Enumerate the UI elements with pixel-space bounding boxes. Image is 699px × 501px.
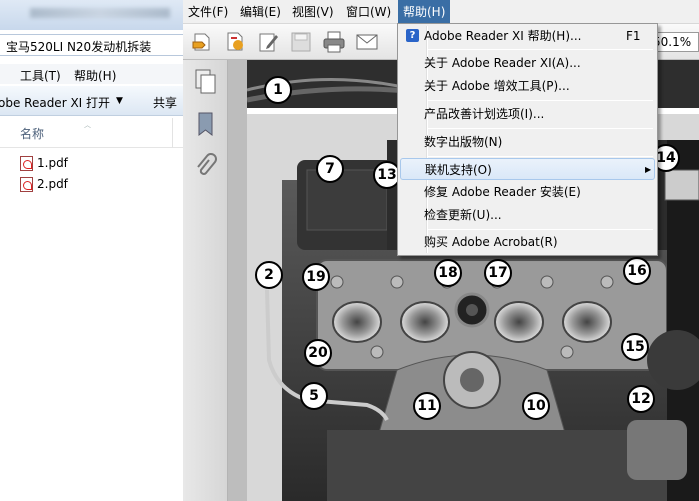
callout-marker: 18	[434, 259, 462, 287]
menu-item-about-reader[interactable]: 关于 Adobe Reader XI(A)...	[400, 52, 655, 74]
callout-marker: 11	[413, 392, 441, 420]
sort-caret-icon: ︿	[84, 121, 91, 129]
pages-thumbnail-icon[interactable]	[192, 68, 218, 96]
menu-item-reader-help[interactable]: ? Adobe Reader XI 帮助(H)... F1	[400, 25, 655, 47]
menu-separator	[428, 156, 653, 157]
menu-item-digital-editions[interactable]: 数字出版物(N)	[400, 131, 655, 153]
edit-pdf-icon[interactable]	[257, 30, 281, 54]
explorer-toolbar: obe Reader XI 打开 ▼ 共享	[0, 86, 183, 116]
callout-marker: 20	[304, 339, 332, 367]
callout-marker: 2	[255, 261, 283, 289]
menu-item-repair-install[interactable]: 修复 Adobe Reader 安装(E)	[400, 181, 655, 203]
menu-edit[interactable]: 编辑(E)	[235, 0, 286, 24]
navigation-pane	[183, 60, 228, 501]
menu-item-label: Adobe Reader XI 帮助(H)...	[424, 29, 582, 43]
blurred-title-text	[30, 8, 170, 18]
create-pdf-icon[interactable]	[224, 30, 248, 54]
menu-item-buy-acrobat[interactable]: 购买 Adobe Acrobat(R)	[400, 231, 655, 253]
menu-item-label: 修复 Adobe Reader 安装(E)	[424, 185, 581, 199]
callout-marker: 7	[316, 155, 344, 183]
pdf-file-icon	[20, 176, 33, 192]
file-item[interactable]: 2.pdf	[20, 174, 68, 194]
menu-item-label: 联机支持(O)	[425, 163, 492, 177]
name-column-header[interactable]: 名称	[20, 125, 44, 142]
menu-item-online-support[interactable]: 联机支持(O) ▶	[400, 158, 655, 180]
menu-separator	[428, 128, 653, 129]
menu-window[interactable]: 窗口(W)	[341, 0, 396, 24]
callout-marker: 5	[300, 382, 328, 410]
callout-marker: 19	[302, 263, 330, 291]
submenu-arrow-icon: ▶	[645, 165, 652, 174]
shortcut-label: F1	[626, 29, 641, 43]
file-item[interactable]: 1.pdf	[20, 153, 68, 173]
callout-marker: 15	[621, 333, 649, 361]
menu-separator	[428, 229, 653, 230]
callout-marker: 16	[623, 257, 651, 285]
menu-file[interactable]: 文件(F)	[183, 0, 233, 24]
share-button[interactable]: 共享	[153, 94, 177, 111]
save-icon[interactable]	[289, 30, 313, 54]
open-file-icon[interactable]	[191, 30, 215, 54]
bookmarks-icon[interactable]	[192, 110, 218, 138]
file-name: 2.pdf	[37, 177, 68, 191]
menu-item-label: 数字出版物(N)	[424, 135, 503, 149]
menu-item-label: 购买 Adobe Acrobat(R)	[424, 235, 558, 249]
menu-item-about-plugins[interactable]: 关于 Adobe 增效工具(P)...	[400, 75, 655, 97]
menu-help[interactable]: 帮助(H)	[398, 0, 451, 24]
menu-separator	[428, 49, 653, 50]
attachments-paperclip-icon[interactable]	[192, 152, 218, 180]
explorer-titlebar	[0, 0, 183, 30]
column-divider[interactable]	[172, 118, 173, 148]
menu-separator	[428, 100, 653, 101]
menu-item-label: 关于 Adobe Reader XI(A)...	[424, 56, 581, 70]
open-with-dropdown-arrow[interactable]: ▼	[116, 96, 123, 106]
callout-marker: 10	[522, 392, 550, 420]
menu-item-label: 产品改善计划选项(I)...	[424, 107, 545, 121]
menu-item-check-updates[interactable]: 检查更新(U)...	[400, 204, 655, 226]
file-explorer-window: 宝马520LI N20发动机拆装 工具(T) 帮助(H) obe Reader …	[0, 0, 183, 501]
print-icon[interactable]	[322, 30, 346, 54]
explorer-address-bar[interactable]: 宝马520LI N20发动机拆装	[0, 34, 183, 56]
explorer-menubar: 工具(T) 帮助(H)	[0, 64, 183, 84]
callout-marker: 12	[627, 385, 655, 413]
help-dropdown-menu: ? Adobe Reader XI 帮助(H)... F1 关于 Adobe R…	[397, 23, 658, 256]
open-with-reader-button[interactable]: obe Reader XI 打开	[0, 94, 110, 111]
menu-item-label: 检查更新(U)...	[424, 208, 502, 222]
explorer-menu-tools[interactable]: 工具(T)	[20, 67, 61, 84]
file-name: 1.pdf	[37, 156, 68, 170]
callout-marker: 17	[484, 259, 512, 287]
reader-menubar: 文件(F) 编辑(E) 视图(V) 窗口(W) 帮助(H)	[183, 0, 699, 24]
help-question-icon: ?	[406, 29, 419, 42]
column-header: ︿ 名称	[0, 118, 183, 148]
menu-view[interactable]: 视图(V)	[287, 0, 339, 24]
pdf-file-icon	[20, 155, 33, 171]
email-icon[interactable]	[355, 30, 379, 54]
explorer-menu-help[interactable]: 帮助(H)	[74, 67, 116, 84]
menu-item-label: 关于 Adobe 增效工具(P)...	[424, 79, 570, 93]
callout-marker: 1	[264, 76, 292, 104]
menu-item-improvement-program[interactable]: 产品改善计划选项(I)...	[400, 103, 655, 125]
